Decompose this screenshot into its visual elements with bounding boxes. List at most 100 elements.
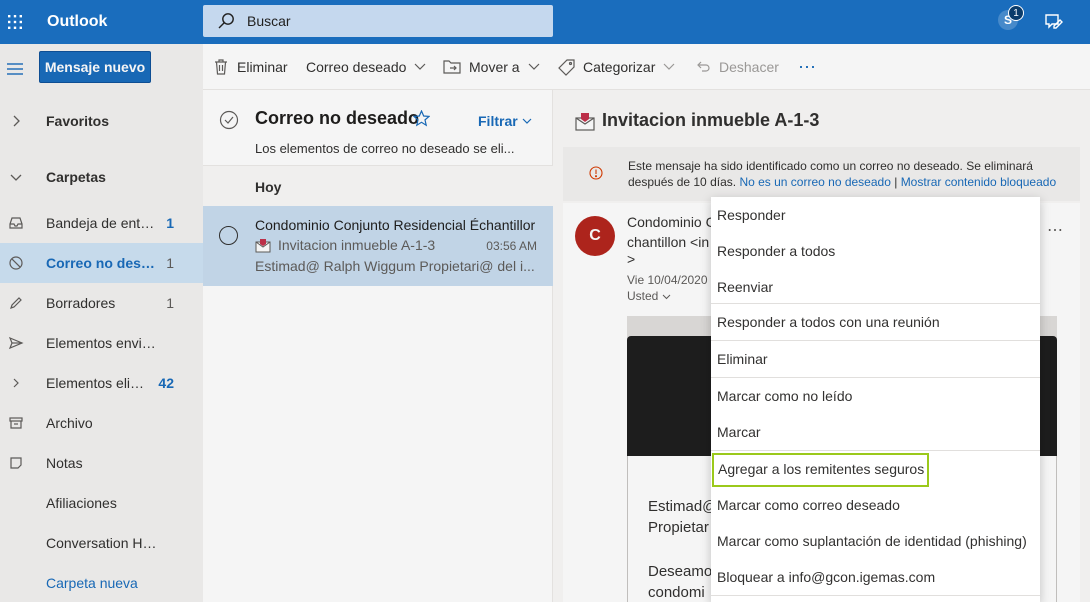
archive-icon <box>8 415 24 431</box>
filter-button[interactable]: Filtrar <box>478 113 532 129</box>
menu-item-add-safe-senders[interactable]: Agregar a los remitentes seguros <box>712 453 929 487</box>
undo-icon <box>695 59 711 75</box>
email-date: Vie 10/04/2020 <box>627 273 708 287</box>
categorize-button[interactable]: Categorizar <box>558 44 675 90</box>
search-icon <box>217 12 235 33</box>
nav-archive[interactable]: Archivo <box>0 403 203 443</box>
more-options-button[interactable]: ⋯ <box>1047 220 1064 240</box>
nav-sent[interactable]: Elementos enviad… <box>0 323 203 363</box>
nav-label: Elementos enviad… <box>46 335 158 351</box>
nav-label: Notas <box>46 455 83 471</box>
message-list: Correo no deseado Filtrar Los elementos … <box>203 90 553 602</box>
chevron-down-icon <box>663 63 675 71</box>
search-input[interactable] <box>247 5 537 37</box>
sender-address-end: > <box>627 251 636 267</box>
menu-item-mark-phishing[interactable]: Marcar como suplantación de identidad (p… <box>711 523 1040 559</box>
menu-item-mark-not-junk[interactable]: Marcar como correo deseado <box>711 487 1040 523</box>
nav-count: 1 <box>166 215 174 231</box>
undo-button[interactable]: Deshacer <box>695 44 779 90</box>
not-junk-button[interactable]: Correo deseado <box>306 44 426 90</box>
tag-icon <box>558 58 575 76</box>
menu-item-forward[interactable]: Reenviar <box>711 269 1040 305</box>
menu-item-reply-all-meeting[interactable]: Responder a todos con una reunión <box>711 304 1040 340</box>
nav-junk[interactable]: Correo no dese… 1 <box>0 243 203 283</box>
context-menu: Responder Responder a todos Reenviar Res… <box>711 197 1040 602</box>
email-body-text: condomi <box>648 584 705 601</box>
new-message-button[interactable]: Mensaje nuevo <box>39 51 151 83</box>
info-warning-icon <box>589 166 603 183</box>
nav-new-folder[interactable]: Carpeta nueva <box>0 563 203 602</box>
folder-title: Correo no deseado <box>255 108 420 128</box>
email-recipient[interactable]: Usted <box>627 289 671 303</box>
star-icon[interactable] <box>412 109 431 130</box>
avatar[interactable]: C <box>575 216 615 256</box>
select-all-checkbox-icon[interactable] <box>219 110 239 133</box>
sender-name[interactable]: Condominio C <box>627 214 716 230</box>
nav-label: Borradores <box>46 295 116 311</box>
chevron-down-icon <box>528 63 540 71</box>
app-brand[interactable]: Outlook <box>47 0 107 44</box>
message-sender: Condominio Conjunto Residencial Échantil… <box>255 217 536 233</box>
show-blocked-content-link[interactable]: Mostrar contenido bloqueado <box>901 175 1056 189</box>
nav-folders[interactable]: Carpetas <box>0 157 203 197</box>
recipient-label: Usted <box>627 289 659 303</box>
menu-item-block-sender[interactable]: Bloquear a info@gcon.igemas.com <box>711 559 1040 595</box>
menu-item-reply[interactable]: Responder <box>711 197 1040 233</box>
inbox-icon <box>8 215 24 231</box>
note-icon <box>8 455 24 471</box>
chevron-right-icon <box>8 113 24 129</box>
select-message-radio[interactable] <box>219 226 238 245</box>
delete-label: Eliminar <box>237 59 288 75</box>
not-junk-label: Correo deseado <box>306 59 407 75</box>
chevron-down-icon[interactable] <box>414 63 426 71</box>
menu-item-delete[interactable]: Eliminar <box>711 341 1040 377</box>
filter-label: Filtrar <box>478 113 518 129</box>
sender-address[interactable]: chantillon <in <box>627 234 709 250</box>
nav-conversation-history[interactable]: Conversation Hist… <box>0 523 203 563</box>
nav-deleted[interactable]: Elementos eli… 42 <box>0 363 203 403</box>
chevron-down-icon <box>8 169 24 185</box>
nav-label: Afiliaciones <box>46 495 117 511</box>
menu-item-reply-all[interactable]: Responder a todos <box>711 233 1040 269</box>
nav-favorites[interactable]: Favoritos <box>0 101 203 141</box>
menu-item-mark-unread[interactable]: Marcar como no leído <box>711 378 1040 414</box>
nav-label: Favoritos <box>46 113 110 129</box>
message-list-item[interactable]: Condominio Conjunto Residencial Échantil… <box>203 206 553 286</box>
junk-warning-banner: Este mensaje ha sido identificado como u… <box>563 147 1080 201</box>
nav-label: Conversation Hist… <box>46 535 158 551</box>
skype-badge: 1 <box>1008 5 1024 21</box>
new-folder-link: Carpeta nueva <box>46 575 138 591</box>
delete-button[interactable]: Eliminar <box>213 44 288 90</box>
chevron-down-icon <box>522 118 532 125</box>
left-navigation: Mensaje nuevo Favoritos Carpetas Bandeja… <box>0 44 203 602</box>
menu-separator <box>711 450 1040 451</box>
menu-separator <box>711 595 1040 596</box>
not-junk-link[interactable]: No es un correo no deseado <box>739 175 890 189</box>
nav-inbox[interactable]: Bandeja de entr… 1 <box>0 203 203 243</box>
message-time: 03:56 AM <box>486 239 537 253</box>
nav-notes[interactable]: Notas <box>0 443 203 483</box>
junk-warning-text: Este mensaje ha sido identificado como u… <box>628 158 1068 190</box>
nav-label: Carpetas <box>46 169 106 185</box>
link-divider: | <box>894 175 898 189</box>
date-group-label: Hoy <box>255 179 282 195</box>
nav-affiliations[interactable]: Afiliaciones <box>0 483 203 523</box>
menu-item-flag[interactable]: Marcar <box>711 414 1040 450</box>
waffle-icon[interactable] <box>0 0 30 44</box>
search-box[interactable] <box>203 5 553 37</box>
date-group-header: Hoy <box>203 165 553 207</box>
move-to-button[interactable]: Mover a <box>443 44 540 90</box>
hamburger-icon[interactable] <box>6 62 24 78</box>
nav-label: Archivo <box>46 415 93 431</box>
chevron-down-icon <box>662 294 671 300</box>
more-actions-button[interactable]: ⋯ <box>798 44 816 90</box>
invitation-envelope-icon <box>255 237 271 256</box>
folder-move-icon <box>443 60 461 74</box>
feedback-icon[interactable] <box>1044 12 1064 35</box>
nav-drafts[interactable]: Borradores 1 <box>0 283 203 323</box>
nav-count: 1 <box>166 295 174 311</box>
nav-label: Correo no dese… <box>46 255 158 271</box>
trash-icon <box>213 58 229 76</box>
message-preview: Estimad@ Ralph Wiggum Propietari@ del i.… <box>255 258 535 274</box>
top-bar: Outlook S 1 <box>0 0 1090 44</box>
